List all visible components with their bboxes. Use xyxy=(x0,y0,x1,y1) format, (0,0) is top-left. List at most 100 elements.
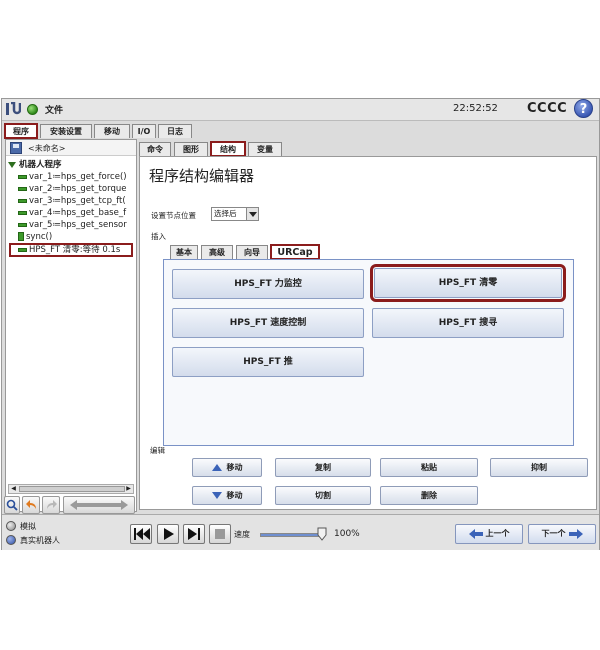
speed-label: 速度 xyxy=(234,530,250,539)
hps-push-button[interactable]: HPS_FT 推 xyxy=(172,347,364,377)
assignment-icon xyxy=(18,198,27,203)
tab-advanced[interactable]: 高级 xyxy=(201,245,233,259)
speed-value: 100% xyxy=(334,529,360,539)
assignment-icon xyxy=(18,174,27,179)
move-up-button[interactable]: 移动 xyxy=(192,458,262,477)
play-button[interactable] xyxy=(157,524,179,544)
next-button[interactable]: 下一个 xyxy=(528,524,596,544)
clock: 22:52:52 xyxy=(453,103,498,114)
speed-slider-fill xyxy=(261,534,323,536)
speed-slider[interactable] xyxy=(260,533,324,537)
hps-force-monitor-button[interactable]: HPS_FT 力监控 xyxy=(172,269,364,299)
undo-button[interactable] xyxy=(22,496,40,514)
copy-button[interactable]: 复制 xyxy=(275,458,371,477)
expand-icon[interactable] xyxy=(8,161,16,168)
hps-zero-button[interactable]: HPS_FT 清零 xyxy=(370,264,566,302)
tab-program[interactable]: 程序 xyxy=(4,123,38,139)
previous-label: 上一个 xyxy=(485,529,510,538)
page-title: 程序结构编辑器 xyxy=(149,167,255,185)
previous-button[interactable]: 上一个 xyxy=(455,524,523,544)
stop-button[interactable] xyxy=(209,524,231,544)
program-tree-panel: <未命名> 机器人程序 var_1≔hps_get_force() var_2≔… xyxy=(5,139,137,512)
tree-horizontal-scrollbar[interactable]: ◀ ▶ xyxy=(8,484,134,494)
urcap-node-icon xyxy=(18,247,27,252)
scroll-right-icon[interactable]: ▶ xyxy=(124,485,133,493)
arrow-right-icon xyxy=(568,528,583,539)
robot-status-icon[interactable] xyxy=(27,104,38,115)
insert-position-select[interactable]: 选择后 xyxy=(211,207,259,221)
real-robot-label: 真实机器人 xyxy=(20,536,60,545)
speed-slider-knob[interactable] xyxy=(317,527,327,541)
tab-move[interactable]: 移动 xyxy=(94,124,130,138)
tab-structure[interactable]: 结构 xyxy=(210,141,246,157)
tab-wizard[interactable]: 向导 xyxy=(236,245,268,259)
undo-icon xyxy=(25,500,36,509)
tab-graphics[interactable]: 图形 xyxy=(174,142,208,156)
suppress-button[interactable]: 抑制 xyxy=(490,458,588,477)
tree-root-label: 机器人程序 xyxy=(19,160,62,170)
tree-node[interactable]: var_5≔hps_get_sensor xyxy=(18,219,148,231)
robot-name: CCCC xyxy=(527,101,568,116)
cut-button[interactable]: 切割 xyxy=(275,486,371,505)
tree-node-label: var_5≔hps_get_sensor xyxy=(29,220,127,230)
tab-log[interactable]: 日志 xyxy=(158,124,192,138)
skip-back-icon xyxy=(134,528,150,540)
right-panel: 命令 图形 结构 变量 程序结构编辑器 设置节点位置 选择后 插入 基本 高级 … xyxy=(139,139,599,512)
tree-node[interactable]: var_4≔hps_get_base_f xyxy=(18,207,148,219)
bottom-bar: 模拟 真实机器人 速度 100% 上一个 下一个 xyxy=(2,514,599,550)
search-icon xyxy=(6,499,18,511)
file-menu[interactable]: 文件 xyxy=(45,103,63,116)
tree-node-label: var_1≔hps_get_force() xyxy=(29,172,127,182)
paste-button[interactable]: 粘贴 xyxy=(380,458,478,477)
insert-position-value: 选择后 xyxy=(214,209,237,218)
tree-node-label: var_4≔hps_get_base_f xyxy=(29,208,127,218)
tab-command[interactable]: 命令 xyxy=(139,142,171,156)
chevron-down-icon[interactable] xyxy=(246,208,258,220)
save-icon[interactable] xyxy=(10,142,22,154)
move-down-label: 移动 xyxy=(226,491,243,500)
rewind-button[interactable] xyxy=(130,524,152,544)
next-label: 下一个 xyxy=(541,529,566,538)
tree-node[interactable]: sync() xyxy=(18,231,148,243)
tab-installation[interactable]: 安装设置 xyxy=(40,124,92,138)
insert-label: 插入 xyxy=(151,232,166,241)
tree-node[interactable]: var_2≔hps_get_torque xyxy=(18,183,148,195)
tree-node-label: sync() xyxy=(26,232,53,242)
arrow-up-icon xyxy=(211,464,222,471)
move-up-label: 移动 xyxy=(226,463,243,472)
scroll-thumb[interactable] xyxy=(19,486,125,492)
skip-forward-icon xyxy=(188,528,200,540)
tree-node-selected[interactable]: HPS_FT 清零:等待 0.1s xyxy=(9,243,133,257)
scroll-left-icon[interactable]: ◀ xyxy=(9,485,18,493)
polyscope-window: 文件 22:52:52 CCCC ? 程序 安装设置 移动 I/O 日志 <未命… xyxy=(1,98,600,550)
tab-urcap[interactable]: URCap xyxy=(270,244,320,260)
real-robot-radio[interactable] xyxy=(6,535,16,545)
stop-icon xyxy=(215,529,225,539)
step-button[interactable] xyxy=(183,524,205,544)
arrow-down-icon xyxy=(211,492,222,499)
tab-variables[interactable]: 变量 xyxy=(248,142,282,156)
tree-root[interactable]: 机器人程序 xyxy=(8,159,138,171)
redo-button[interactable] xyxy=(42,496,60,514)
tree-node-label: var_2≔hps_get_torque xyxy=(29,184,127,194)
play-icon xyxy=(164,528,174,540)
edit-label: 编辑 xyxy=(150,446,165,455)
tree-node-label: var_3≔hps_get_tcp_ft( xyxy=(29,196,126,206)
tab-basic[interactable]: 基本 xyxy=(170,245,198,259)
left-right-arrow-icon xyxy=(70,500,128,510)
hps-search-button[interactable]: HPS_FT 搜寻 xyxy=(372,308,564,338)
tree-node-label: HPS_FT 清零:等待 0.1s xyxy=(29,245,121,255)
tree-node[interactable]: var_1≔hps_get_force() xyxy=(18,171,148,183)
simulation-radio[interactable] xyxy=(6,521,16,531)
delete-button[interactable]: 删除 xyxy=(380,486,478,505)
move-down-button[interactable]: 移动 xyxy=(192,486,262,505)
help-icon[interactable]: ? xyxy=(574,99,593,118)
search-button[interactable] xyxy=(4,496,20,514)
tab-io[interactable]: I/O xyxy=(132,124,156,138)
structure-editor: 程序结构编辑器 设置节点位置 选择后 插入 基本 高级 向导 URCap HPS… xyxy=(139,156,597,510)
assignment-icon xyxy=(18,222,27,227)
tree-node[interactable]: var_3≔hps_get_tcp_ft( xyxy=(18,195,148,207)
assignment-icon xyxy=(18,186,27,191)
move-node-button[interactable] xyxy=(63,496,135,514)
hps-speed-control-button[interactable]: HPS_FT 速度控制 xyxy=(172,308,364,338)
